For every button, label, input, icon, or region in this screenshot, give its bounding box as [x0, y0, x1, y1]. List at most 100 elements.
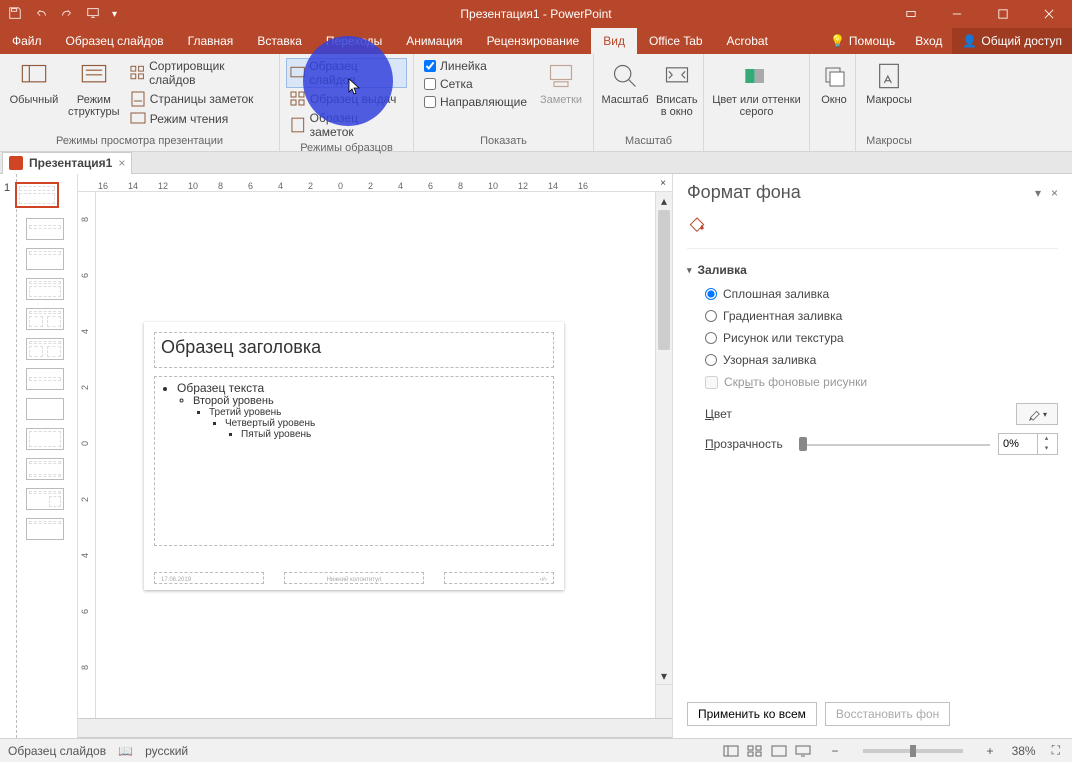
scroll-thumb[interactable]: [658, 210, 670, 350]
layout-thumbnail[interactable]: [26, 338, 64, 360]
ruler-close-button[interactable]: ×: [656, 176, 670, 190]
tab-transitions[interactable]: Переходы: [314, 28, 394, 54]
slide-nav-buttons[interactable]: [656, 684, 672, 718]
transparency-slider[interactable]: [803, 435, 990, 453]
maximize-button[interactable]: [980, 0, 1026, 28]
layout-thumbnail[interactable]: [26, 218, 64, 240]
slide-master[interactable]: Образец заголовка Образец текста Второй …: [144, 322, 564, 590]
gradient-fill-radio[interactable]: Градиентная заливка: [705, 309, 1058, 323]
solid-fill-radio[interactable]: Сплошная заливка: [705, 287, 1058, 301]
reset-background-button[interactable]: Восстановить фон: [825, 702, 950, 726]
group-label-master-views: Режимы образцов: [286, 140, 407, 156]
title-placeholder[interactable]: Образец заголовка: [154, 332, 554, 368]
qat-more-icon[interactable]: ▾: [112, 9, 117, 20]
footer-placeholder[interactable]: Нижний колонтитул: [284, 572, 424, 584]
tab-insert[interactable]: Вставка: [245, 28, 314, 54]
tab-file[interactable]: Файл: [0, 28, 54, 54]
notes-master-button[interactable]: Образец заметок: [286, 110, 407, 140]
zoom-slider[interactable]: [863, 749, 963, 753]
layout-thumbnail[interactable]: [26, 248, 64, 270]
window-button[interactable]: Окно: [816, 58, 852, 108]
layout-thumbnail[interactable]: [26, 368, 64, 390]
signin-button[interactable]: Вход: [905, 28, 952, 54]
zoom-level[interactable]: 38%: [1012, 744, 1036, 758]
transparency-label: Прозрачность: [705, 437, 795, 451]
save-icon[interactable]: [8, 6, 22, 23]
minimize-button[interactable]: [934, 0, 980, 28]
picture-fill-radio[interactable]: Рисунок или текстура: [705, 331, 1058, 345]
fill-color-button[interactable]: ▾: [1016, 403, 1058, 425]
normal-view-icon[interactable]: [720, 742, 742, 760]
layout-thumbnail[interactable]: [26, 278, 64, 300]
macros-button[interactable]: Макросы: [862, 58, 916, 108]
master-thumbnail[interactable]: [15, 182, 59, 208]
notes-button[interactable]: Заметки: [535, 58, 587, 108]
pane-options-icon[interactable]: ▾: [1035, 186, 1041, 200]
color-label: Цвет: [705, 407, 1016, 421]
slide-sorter-button[interactable]: Сортировщик слайдов: [126, 58, 273, 88]
notes-splitter[interactable]: [78, 718, 672, 738]
close-doc-icon[interactable]: ×: [118, 156, 125, 170]
grid-checkbox[interactable]: Сетка: [420, 76, 531, 92]
apply-to-all-button[interactable]: Применить ко всем: [687, 702, 817, 726]
handout-master-button[interactable]: Образец выдач: [286, 90, 407, 108]
status-language[interactable]: русский: [145, 744, 188, 758]
layout-thumbnail[interactable]: [26, 428, 64, 450]
group-label-show: Показать: [420, 133, 587, 149]
fill-section-header[interactable]: Заливка: [687, 259, 1058, 281]
slide-number-placeholder[interactable]: ‹#›: [444, 572, 554, 584]
tab-view[interactable]: Вид: [591, 28, 637, 54]
guides-checkbox[interactable]: Направляющие: [420, 94, 531, 110]
layout-thumbnail[interactable]: [26, 308, 64, 330]
tab-slide-master[interactable]: Образец слайдов: [54, 28, 176, 54]
layout-thumbnail[interactable]: [26, 458, 64, 480]
color-grayscale-button[interactable]: Цвет или оттенки серого: [710, 58, 803, 120]
share-button[interactable]: 👤Общий доступ: [952, 28, 1072, 54]
document-tab[interactable]: Презентация1 ×: [2, 152, 132, 174]
ruler-checkbox[interactable]: Линейка: [420, 58, 531, 74]
tab-animation[interactable]: Анимация: [394, 28, 474, 54]
tab-home[interactable]: Главная: [176, 28, 246, 54]
slideshow-view-icon[interactable]: [792, 742, 814, 760]
slide-master-button[interactable]: Образец слайдов: [286, 58, 407, 88]
fill-bucket-icon[interactable]: [687, 213, 707, 233]
pane-close-icon[interactable]: ×: [1051, 186, 1058, 200]
layout-thumbnail[interactable]: [26, 518, 64, 540]
reading-view-button[interactable]: Режим чтения: [126, 110, 273, 128]
start-show-icon[interactable]: [86, 6, 100, 23]
zoom-in-icon[interactable]: +: [981, 744, 1000, 758]
notes-pages-button[interactable]: Страницы заметок: [126, 90, 273, 108]
outline-view-button[interactable]: Режим структуры: [66, 58, 122, 120]
tab-office-tab[interactable]: Office Tab: [637, 28, 715, 54]
zoom-out-icon[interactable]: −: [826, 744, 845, 758]
layout-thumbnail[interactable]: [26, 488, 64, 510]
body-placeholder[interactable]: Образец текста Второй уровень Третий уро…: [154, 376, 554, 546]
layout-thumbnail[interactable]: [26, 398, 64, 420]
spellcheck-icon[interactable]: 📖: [118, 744, 133, 758]
vertical-scrollbar[interactable]: ▴ ▾: [655, 192, 672, 718]
tab-review[interactable]: Рецензирование: [475, 28, 592, 54]
hide-bg-graphics-checkbox: Скрыть фоновые рисунки: [687, 373, 1058, 399]
powerpoint-icon: [9, 156, 23, 170]
scroll-down-icon[interactable]: ▾: [656, 667, 672, 684]
date-placeholder[interactable]: 17.06.2019: [154, 572, 264, 584]
slide-thumbnail-panel: 1: [0, 174, 78, 738]
close-button[interactable]: [1026, 0, 1072, 28]
ribbon-options-icon[interactable]: [888, 0, 934, 28]
normal-view-button[interactable]: Обычный: [6, 58, 62, 108]
reading-view-icon[interactable]: [768, 742, 790, 760]
bulb-icon: 💡: [830, 34, 845, 48]
sorter-view-icon[interactable]: [744, 742, 766, 760]
person-icon: 👤: [962, 34, 977, 48]
transparency-spinner[interactable]: ▴▾: [998, 433, 1058, 455]
pattern-fill-radio[interactable]: Узорная заливка: [705, 353, 1058, 367]
slide-canvas[interactable]: Образец заголовка Образец текста Второй …: [96, 192, 654, 718]
undo-icon[interactable]: [34, 6, 48, 23]
tab-acrobat[interactable]: Acrobat: [715, 28, 780, 54]
zoom-button[interactable]: Масштаб: [600, 58, 650, 108]
scroll-up-icon[interactable]: ▴: [656, 192, 672, 209]
fit-to-window-icon[interactable]: ⛶: [1048, 743, 1064, 758]
help-button[interactable]: 💡Помощь: [820, 28, 905, 54]
redo-icon[interactable]: [60, 6, 74, 23]
fit-window-button[interactable]: Вписать в окно: [654, 58, 700, 120]
